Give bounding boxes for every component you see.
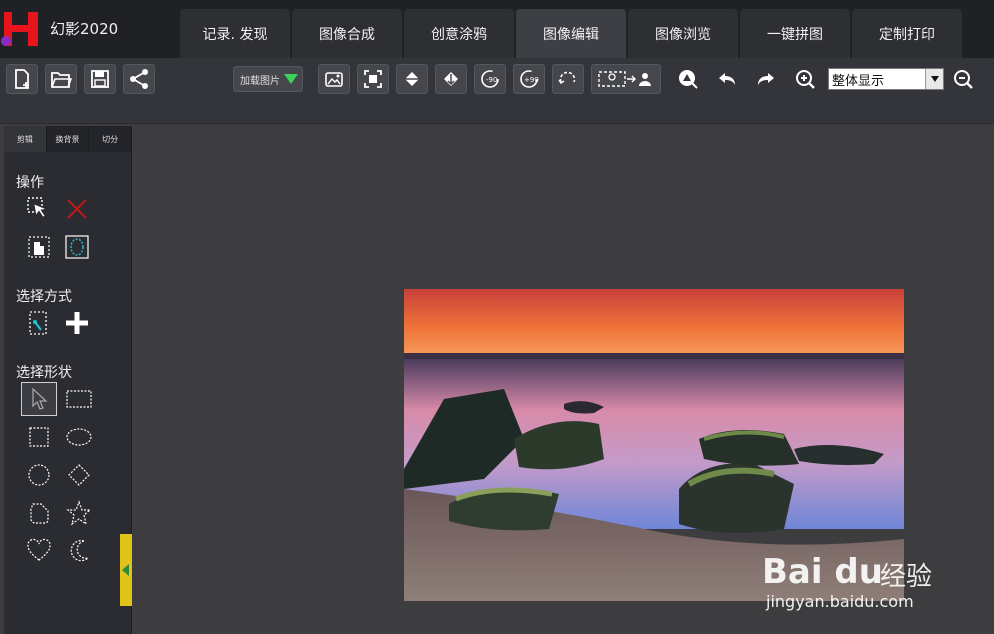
shape-ellipse-tool[interactable] (64, 422, 94, 452)
canvas-person-icon (598, 71, 651, 87)
add-selection-tool[interactable] (62, 308, 92, 338)
shape-pointer-tool[interactable] (21, 382, 57, 416)
selection-cursor-icon (27, 197, 48, 218)
zoom-in-icon (796, 70, 815, 89)
flip-vertical-icon (444, 72, 458, 86)
app-title: 幻影2020 (50, 20, 119, 38)
select-pointer-tool[interactable] (24, 194, 54, 224)
zoom-select[interactable]: 整体显示 (828, 68, 944, 90)
magic-select-tool[interactable] (24, 308, 54, 338)
main-tabs: 记录. 发现 图像合成 创意涂鸦 图像编辑 图像浏览 一键拼图 定制打印 (180, 9, 964, 58)
open-folder-icon (51, 72, 72, 88)
fit-image-button[interactable] (318, 64, 350, 94)
shape-square-tool[interactable] (24, 422, 54, 452)
panel-subtabs: 剪辑 换背景 切分 (4, 126, 133, 152)
watermark-cn: 经验 (880, 562, 933, 592)
undo-button[interactable] (711, 64, 743, 94)
title-bar: 幻影2020 记录. 发现 图像合成 创意涂鸦 图像编辑 图像浏览 一键拼图 定… (0, 0, 994, 58)
paste-icon (28, 236, 50, 258)
flip-vertical-button[interactable] (435, 64, 467, 94)
dropdown-arrow-icon (284, 74, 298, 84)
shape-rectangle-tool[interactable] (64, 384, 94, 414)
section-operation-label: 操作 (16, 175, 44, 191)
tab-doodle[interactable]: 创意涂鸦 (404, 9, 514, 58)
fit-image-icon (325, 72, 343, 87)
heart-icon (27, 538, 51, 561)
magic-wand-icon (29, 311, 47, 335)
load-image-button[interactable]: 加载图片 (233, 66, 303, 92)
rectangle-icon (66, 390, 92, 408)
circle-icon (28, 464, 50, 486)
paste-selection-tool[interactable] (24, 232, 54, 262)
save-icon (91, 70, 109, 88)
diamond-icon (68, 464, 90, 486)
tab-image-edit[interactable]: 图像编辑 (516, 9, 626, 58)
panel-collapse-handle[interactable] (120, 534, 132, 606)
crescent-icon (70, 540, 91, 562)
crop-frame-icon (364, 70, 382, 88)
watermark-url: jingyan.baidu.com (766, 592, 914, 611)
subtab-clip[interactable]: 剪辑 (4, 126, 47, 152)
share-button[interactable] (123, 64, 155, 94)
square-icon (29, 427, 49, 447)
flip-horizontal-icon (405, 72, 419, 86)
chevron-down-icon (925, 69, 943, 89)
star-icon (66, 500, 92, 526)
redo-icon (758, 73, 774, 85)
baidu-watermark: Bai du 经验 jingyan.baidu.com (762, 546, 952, 616)
delete-selection-tool[interactable] (62, 194, 92, 224)
tab-browse[interactable]: 图像浏览 (628, 9, 738, 58)
shape-circle-tool[interactable] (24, 460, 54, 490)
subtab-change-background[interactable]: 换背景 (46, 126, 90, 152)
canvas-person-button[interactable] (591, 64, 661, 94)
save-button[interactable] (84, 64, 116, 94)
section-select-mode-label: 选择方式 (16, 289, 72, 305)
toolbar: 加载图片 -90 +90 整体显示 (0, 58, 994, 124)
undo-icon (719, 73, 735, 85)
share-icon (130, 69, 148, 89)
section-select-shape-label: 选择形状 (16, 365, 72, 381)
watermark-brand: Bai du (762, 552, 883, 592)
arrow-cursor-icon (32, 387, 48, 410)
load-image-label: 加载图片 (240, 75, 280, 87)
ellipse-selection-tool[interactable] (62, 232, 92, 262)
zoom-in-button[interactable] (789, 64, 821, 94)
shape-diamond-tool[interactable] (64, 460, 94, 490)
new-file-icon (15, 69, 29, 89)
erase-background-icon (679, 70, 698, 89)
ellipse-icon (66, 428, 92, 446)
shape-star-tool[interactable] (64, 498, 94, 528)
shape-heart-tool[interactable] (24, 536, 54, 566)
rotate-free-button[interactable] (552, 64, 584, 94)
zoom-out-icon (954, 70, 973, 89)
tab-record[interactable]: 记录. 发现 (180, 9, 290, 58)
ellipse-select-icon (65, 235, 89, 259)
rotate-ccw-90-button[interactable]: -90 (474, 64, 506, 94)
shape-freeform-tool[interactable] (24, 498, 54, 528)
rotate-ccw-90-icon: -90 (481, 70, 499, 88)
zoom-select-value: 整体显示 (832, 73, 885, 89)
tab-collage[interactable]: 一键拼图 (740, 9, 850, 58)
tab-print[interactable]: 定制打印 (852, 9, 962, 58)
rotate-free-icon (558, 71, 576, 84)
shape-crescent-tool[interactable] (64, 536, 94, 566)
crop-frame-button[interactable] (357, 64, 389, 94)
flip-horizontal-button[interactable] (396, 64, 428, 94)
svg-text:-90: -90 (486, 76, 497, 84)
svg-text:+90: +90 (524, 76, 539, 84)
erase-background-button[interactable] (672, 64, 704, 94)
open-folder-button[interactable] (45, 64, 77, 94)
left-tool-panel: 剪辑 换背景 切分 操作 选择方式 选择形状 (4, 126, 133, 634)
close-icon (67, 199, 87, 219)
subtab-split[interactable]: 切分 (89, 126, 133, 152)
rotate-cw-90-icon: +90 (520, 70, 539, 88)
app-logo-icon (1, 12, 38, 46)
freeform-icon (30, 503, 49, 524)
tab-compose[interactable]: 图像合成 (292, 9, 402, 58)
redo-button[interactable] (750, 64, 782, 94)
new-file-button[interactable] (6, 64, 38, 94)
plus-icon (66, 312, 88, 334)
zoom-out-button[interactable] (947, 64, 979, 94)
rotate-cw-90-button[interactable]: +90 (513, 64, 545, 94)
